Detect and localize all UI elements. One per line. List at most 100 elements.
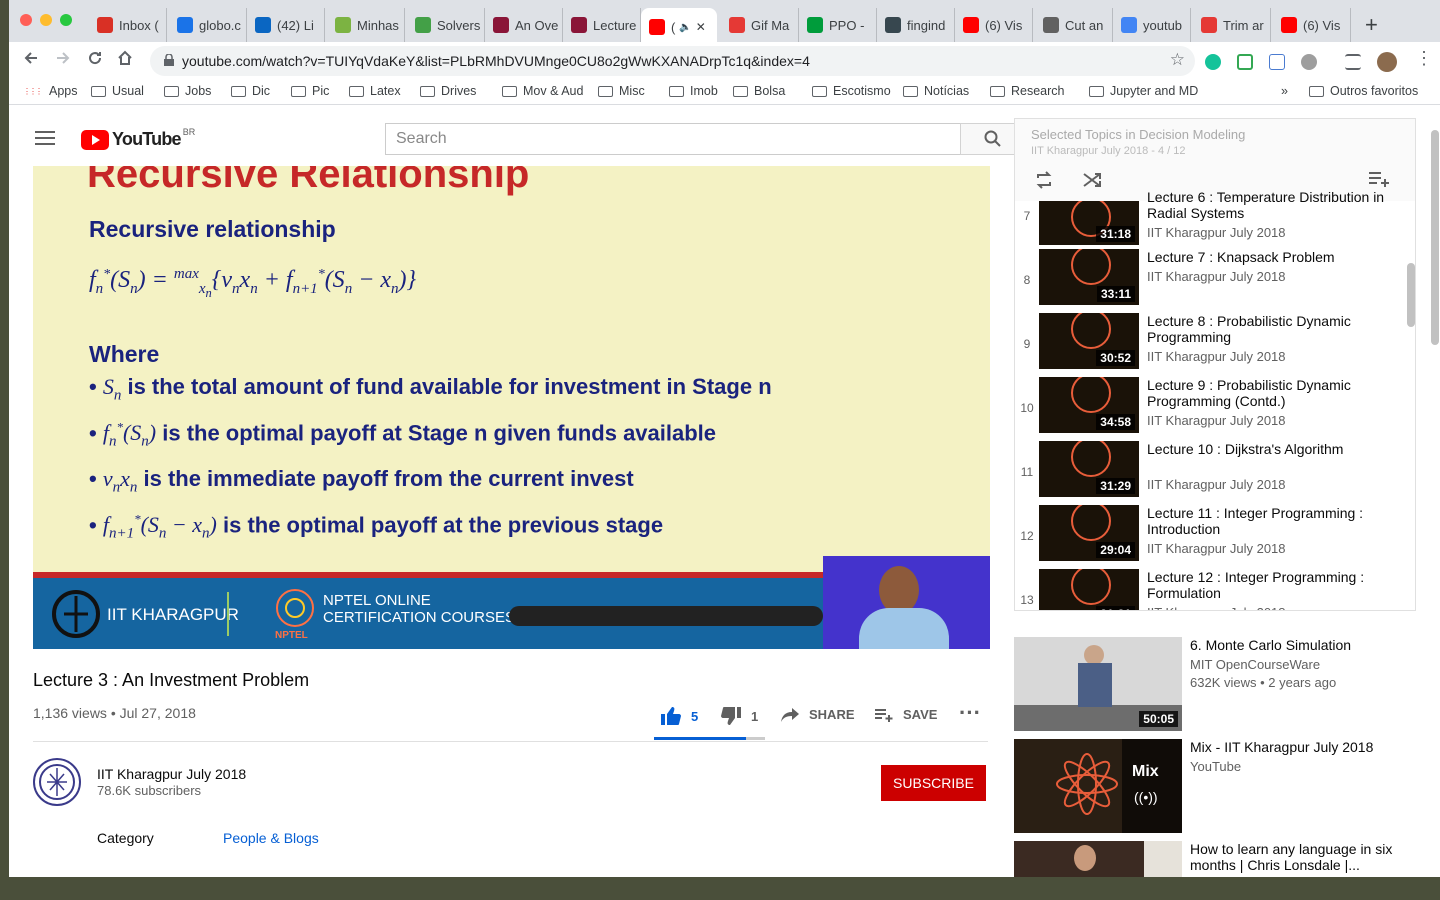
recommendation-thumbnail[interactable] [1014,841,1182,877]
tab-feather[interactable]: fingind [877,8,955,42]
other-bookmarks-folder[interactable]: Outros favoritos [1309,84,1418,98]
tab-linkedin[interactable]: (42) Li [247,8,325,42]
profile-avatar-icon[interactable] [1377,52,1397,72]
playlist-title[interactable]: Selected Topics in Decision Modeling [1031,127,1245,142]
bookmark-folder[interactable]: Drives [420,84,476,98]
playlist-thumbnail[interactable]: 30:52 [1039,313,1139,369]
tab-youtube[interactable]: (6) Vis [1273,8,1351,42]
bookmark-folder[interactable]: Dic [231,84,270,98]
back-button[interactable] [23,50,39,71]
bookmark-folder[interactable]: Bolsa [733,84,785,98]
bookmark-folder[interactable]: Escotismo [812,84,891,98]
page-scrollbar[interactable] [1431,130,1439,345]
address-bar[interactable]: youtube.com/watch?v=TUIYqVdaKeY&list=PLb… [150,46,1195,76]
new-tab-button[interactable]: + [1365,12,1378,38]
recommendation-title[interactable]: 6. Monte Carlo Simulation [1190,637,1400,653]
more-bookmarks-button[interactable]: » [1281,84,1288,98]
playlist-item-title[interactable]: Lecture 7 : Knapsack Problem [1147,249,1397,265]
bookmark-folder[interactable]: Research [990,84,1065,98]
playlist-item[interactable]: 8 33:11 Lecture 7 : Knapsack Problem IIT Kh… [1015,249,1405,313]
recommendation-title[interactable]: How to learn any language in six months … [1190,841,1400,873]
playlist-scrollbar[interactable] [1407,263,1415,327]
search-input[interactable]: Search [385,123,961,155]
tab-solver[interactable]: Solvers [407,8,485,42]
playlist-thumbnail[interactable]: 31:18 [1039,201,1139,245]
tab-gifmaker[interactable]: Gif Ma [721,8,799,42]
bookmark-folder[interactable]: Notícias [903,84,969,98]
tab-gmail[interactable]: Inbox ( [89,8,167,42]
video-player[interactable]: Recursive Relationship Recursive relatio… [33,166,990,649]
save-extension-icon[interactable] [1237,54,1253,70]
recommendation-title[interactable]: Mix - IIT Kharagpur July 2018 [1190,739,1400,755]
forward-button[interactable] [55,50,71,71]
playlist-item-title[interactable]: Lecture 10 : Dijkstra's Algorithm [1147,441,1397,457]
home-button[interactable] [117,50,133,71]
tab-cut[interactable]: Cut an [1035,8,1113,42]
tab-mit[interactable]: An Ove [485,8,563,42]
minimize-window-button[interactable] [40,14,52,26]
channel-name[interactable]: IIT Kharagpur July 2018 [97,766,246,782]
playlist-item-title[interactable]: Lecture 11 : Integer Programming : Intro… [1147,505,1397,537]
tab-globo[interactable]: globo.c [169,8,247,42]
menu-kebab-icon[interactable]: ⋮ [1415,48,1433,69]
share-button[interactable]: SHARE [781,707,855,722]
tab-mit[interactable]: Lecture [563,8,641,42]
like-button[interactable]: 5 [661,707,698,725]
circle-extension-icon[interactable] [1301,54,1317,70]
bookmark-folder[interactable]: Mov & Aud [502,84,583,98]
recommendation-thumbnail[interactable]: Mix ((•)) [1014,739,1182,833]
playlist-item[interactable]: 12 29:04 Lecture 11 : Integer Programming … [1015,505,1405,569]
category-link[interactable]: People & Blogs [223,830,319,846]
close-tab-icon[interactable]: ✕ [696,20,706,34]
recommendation-item[interactable]: Mix ((•)) Mix - IIT Kharagpur July 2018 … [1014,739,1414,835]
shuffle-icon[interactable] [1083,171,1101,189]
tab-youtube[interactable]: (6) Vis [955,8,1033,42]
playlist-item-title[interactable]: Lecture 12 : Integer Programming : Formu… [1147,569,1397,601]
bookmark-folder[interactable]: Latex [349,84,401,98]
playlist-item[interactable]: 10 34:58 Lecture 9 : Probabilistic Dynamic… [1015,377,1405,441]
bookmark-folder[interactable]: Jobs [164,84,211,98]
playlist-menu-icon[interactable] [1369,171,1389,187]
bookmark-folder[interactable]: Misc [598,84,645,98]
tab-trim[interactable]: Trim ar [1193,8,1271,42]
zoom-window-button[interactable] [60,14,72,26]
subscribe-button[interactable]: SUBSCRIBE [881,765,986,801]
close-window-button[interactable] [20,14,32,26]
playlist-item-title[interactable]: Lecture 6 : Temperature Distribution in … [1147,189,1397,221]
playlist-item-title[interactable]: Lecture 8 : Probabilistic Dynamic Progra… [1147,313,1397,345]
hamburger-menu-icon[interactable] [35,131,55,149]
bookmark-folder[interactable]: Jupyter and MD [1089,84,1198,98]
more-actions-icon[interactable]: ··· [959,700,981,726]
playlist-thumbnail[interactable]: 31:21 [1039,569,1139,610]
bookmark-folder[interactable]: Imob [669,84,718,98]
bookmark-folder[interactable]: Pic [291,84,329,98]
recommendation-item[interactable]: 50:05 6. Monte Carlo Simulation MIT Open… [1014,637,1414,733]
tab-brazil-flag[interactable]: PPO - [799,8,877,42]
bookmark-folder[interactable]: Usual [91,84,144,98]
notebook-extension-icon[interactable] [1269,54,1285,70]
playlist-item[interactable]: 11 31:29 Lecture 10 : Dijkstra's Algorithm… [1015,441,1405,505]
playlist-thumbnail[interactable]: 33:11 [1039,249,1139,305]
grammarly-extension-icon[interactable] [1205,54,1221,70]
audio-playing-icon[interactable]: 🔈 [679,22,691,33]
apps-bookmark[interactable]: ⋮⋮⋮ Apps [23,84,78,98]
dislike-button[interactable]: 1 [721,707,758,725]
save-button[interactable]: SAVE [875,707,937,722]
playlist-item[interactable]: 13 31:21 Lecture 12 : Integer Programming … [1015,569,1405,610]
playlist-item-title[interactable]: Lecture 9 : Probabilistic Dynamic Progra… [1147,377,1397,409]
tab-google[interactable]: youtub [1113,8,1191,42]
playlist-thumbnail[interactable]: 29:04 [1039,505,1139,561]
playlist-thumbnail[interactable]: 31:29 [1039,441,1139,497]
tab-youtube[interactable]: (🔈 ✕ [641,8,717,46]
playlist-item[interactable]: 9 30:52 Lecture 8 : Probabilistic Dynamic … [1015,313,1405,377]
media-control-icon[interactable] [1345,54,1361,70]
youtube-logo[interactable]: YouTube BR [81,127,195,150]
recommendation-item[interactable]: How to learn any language in six months … [1014,841,1414,877]
tab-dollar[interactable]: Minhas [327,8,405,42]
bookmark-star-icon[interactable]: ☆ [1170,50,1185,70]
loop-icon[interactable] [1035,171,1053,189]
channel-avatar[interactable] [33,758,81,806]
recommendation-thumbnail[interactable]: 50:05 [1014,637,1182,731]
playlist-thumbnail[interactable]: 34:58 [1039,377,1139,433]
reload-button[interactable] [87,50,103,71]
